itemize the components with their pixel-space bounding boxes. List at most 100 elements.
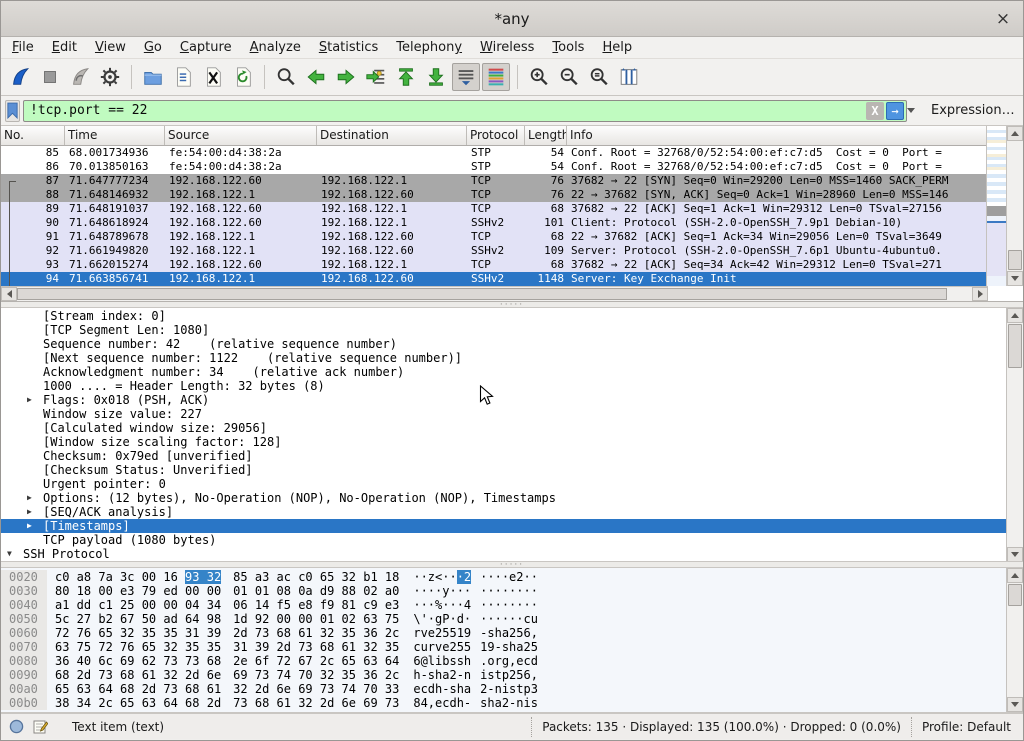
hex-row[interactable]: 0020 c0 a8 7a 3c 00 16 93 32 85 a3 ac c0… (1, 570, 1023, 584)
restart-capture-button[interactable] (66, 63, 94, 91)
intelligent-scrollbar-map[interactable] (986, 126, 1006, 286)
capture-comment-icon[interactable] (32, 719, 48, 735)
expander-icon[interactable] (27, 533, 43, 547)
expander-icon[interactable] (7, 547, 23, 561)
column-header[interactable]: No. (1, 126, 65, 145)
menu-item[interactable]: Statistics (310, 38, 387, 57)
filter-clear-button[interactable]: X (866, 102, 884, 120)
detail-line[interactable]: [Checksum Status: Unverified] (1, 463, 1023, 477)
detail-line[interactable]: Flags: 0x018 (PSH, ACK) (1, 393, 1023, 407)
expander-icon[interactable] (27, 365, 43, 379)
scrollbar-track[interactable] (947, 287, 972, 301)
detail-line[interactable]: [Calculated window size: 29056] (1, 421, 1023, 435)
hex-row[interactable]: 0090 68 2d 73 68 61 32 2d 6e 69 73 74 70… (1, 668, 1023, 682)
expander-icon[interactable] (27, 449, 43, 463)
scroll-left-arrow[interactable] (1, 287, 17, 301)
scroll-down-arrow[interactable] (1007, 271, 1023, 286)
hex-row[interactable]: 00b0 38 34 2c 65 63 64 68 2d 73 68 61 32… (1, 696, 1023, 710)
scroll-up-arrow[interactable] (1007, 126, 1023, 141)
scroll-right-arrow[interactable] (972, 287, 988, 301)
expander-icon[interactable] (27, 435, 43, 449)
colorize-toggle[interactable] (482, 63, 510, 91)
detail-line[interactable]: 1000 .... = Header Length: 32 bytes (8) (1, 379, 1023, 393)
expander-icon[interactable] (27, 323, 43, 337)
scroll-up-arrow[interactable] (1007, 308, 1023, 323)
packet-list-hscrollbar[interactable] (1, 286, 988, 301)
hex-vscrollbar[interactable] (1006, 568, 1023, 712)
zoom-original-button[interactable] (585, 63, 613, 91)
detail-line[interactable]: [TCP Segment Len: 1080] (1, 323, 1023, 337)
packet-row[interactable]: 86 70.013850163 fe:54:00:d4:38:2a STP 54… (1, 160, 988, 174)
detail-line[interactable]: Window size value: 227 (1, 407, 1023, 421)
resize-columns-button[interactable] (615, 63, 643, 91)
expander-icon[interactable] (27, 477, 43, 491)
menu-item[interactable]: File (3, 38, 43, 57)
expander-icon[interactable] (27, 393, 43, 407)
reload-file-button[interactable] (229, 63, 257, 91)
save-file-button[interactable] (169, 63, 197, 91)
detail-line[interactable]: Sequence number: 42 (relative sequence n… (1, 337, 1023, 351)
expert-info-icon[interactable] (9, 719, 24, 734)
close-window-button[interactable]: × (993, 9, 1013, 29)
zoom-out-button[interactable] (555, 63, 583, 91)
hex-row[interactable]: 0050 5c 27 b2 67 50 ad 64 98 1d 92 00 00… (1, 612, 1023, 626)
packet-row[interactable]: 85 68.001734936 fe:54:00:d4:38:2a STP 54… (1, 146, 988, 160)
packet-row[interactable]: 92 71.661949820 192.168.122.1 192.168.12… (1, 244, 988, 258)
expander-icon[interactable] (27, 407, 43, 421)
scroll-up-arrow[interactable] (1007, 568, 1023, 583)
detail-line[interactable]: [SEQ/ACK analysis] (1, 505, 1023, 519)
hex-row[interactable]: 0070 63 75 72 76 65 32 35 35 31 39 2d 73… (1, 640, 1023, 654)
expander-icon[interactable] (27, 309, 43, 323)
packet-row[interactable]: 94 71.663856741 192.168.122.1 192.168.12… (1, 272, 988, 286)
packet-row[interactable]: 90 71.648618924 192.168.122.60 192.168.1… (1, 216, 988, 230)
scrollbar-thumb[interactable] (1008, 584, 1022, 606)
packet-row[interactable]: 88 71.648146932 192.168.122.1 192.168.12… (1, 188, 988, 202)
auto-scroll-toggle[interactable] (452, 63, 480, 91)
detail-line[interactable]: Checksum: 0x79ed [unverified] (1, 449, 1023, 463)
expression-button[interactable]: Expression… (925, 100, 1021, 121)
menu-item[interactable]: Edit (43, 38, 86, 57)
menu-item[interactable]: Tools (543, 38, 593, 57)
column-header[interactable]: Info (567, 126, 988, 145)
menu-item[interactable]: View (86, 38, 135, 57)
go-back-button[interactable] (302, 63, 330, 91)
filter-apply-button[interactable]: → (886, 102, 904, 120)
go-to-packet-button[interactable] (362, 63, 390, 91)
menu-item[interactable]: Wireless (471, 38, 543, 57)
expander-icon[interactable] (27, 561, 43, 562)
menu-item[interactable]: Analyze (241, 38, 310, 57)
find-packet-button[interactable] (272, 63, 300, 91)
expander-icon[interactable] (27, 491, 43, 505)
go-last-packet-button[interactable] (422, 63, 450, 91)
column-header[interactable]: Source (165, 126, 317, 145)
detail-line[interactable]: [Window size scaling factor: 128] (1, 435, 1023, 449)
filter-bookmark-button[interactable] (5, 100, 20, 122)
scrollbar-thumb[interactable] (17, 288, 947, 300)
detail-line[interactable]: SSH Version 2 (encryption:chacha20_poly1… (1, 561, 1023, 562)
zoom-in-button[interactable] (525, 63, 553, 91)
column-header[interactable]: Destination (317, 126, 467, 145)
detail-line[interactable]: TCP payload (1080 bytes) (1, 533, 1023, 547)
hex-row[interactable]: 0060 72 76 65 32 35 35 31 39 2d 73 68 61… (1, 626, 1023, 640)
detail-line[interactable]: [Next sequence number: 1122 (relative se… (1, 351, 1023, 365)
hex-row[interactable]: 00a0 65 63 64 68 2d 73 68 61 32 2d 6e 69… (1, 682, 1023, 696)
menu-item[interactable]: Go (135, 38, 171, 57)
filter-history-dropdown[interactable] (907, 102, 915, 120)
scroll-down-arrow[interactable] (1007, 697, 1023, 712)
stop-capture-button[interactable] (36, 63, 64, 91)
packet-row[interactable]: 87 71.647777234 192.168.122.60 192.168.1… (1, 174, 988, 188)
expander-icon[interactable] (27, 519, 43, 533)
go-first-packet-button[interactable] (392, 63, 420, 91)
display-filter-input[interactable]: !tcp.port == 22 X → (23, 100, 907, 122)
packet-row[interactable]: 93 71.662015274 192.168.122.60 192.168.1… (1, 258, 988, 272)
open-file-button[interactable] (139, 63, 167, 91)
profile-selector[interactable]: Profile: Default (911, 717, 1023, 737)
menu-item[interactable]: Help (593, 38, 641, 57)
expander-icon[interactable] (27, 337, 43, 351)
packet-list-vscrollbar[interactable] (1006, 126, 1023, 286)
packet-row[interactable]: 89 71.648191037 192.168.122.60 192.168.1… (1, 202, 988, 216)
scroll-down-arrow[interactable] (1007, 547, 1023, 562)
detail-line[interactable]: [Stream index: 0] (1, 309, 1023, 323)
hex-row[interactable]: 0040 a1 dd c1 25 00 00 04 34 06 14 f5 e8… (1, 598, 1023, 612)
scrollbar-thumb[interactable] (1008, 250, 1022, 270)
